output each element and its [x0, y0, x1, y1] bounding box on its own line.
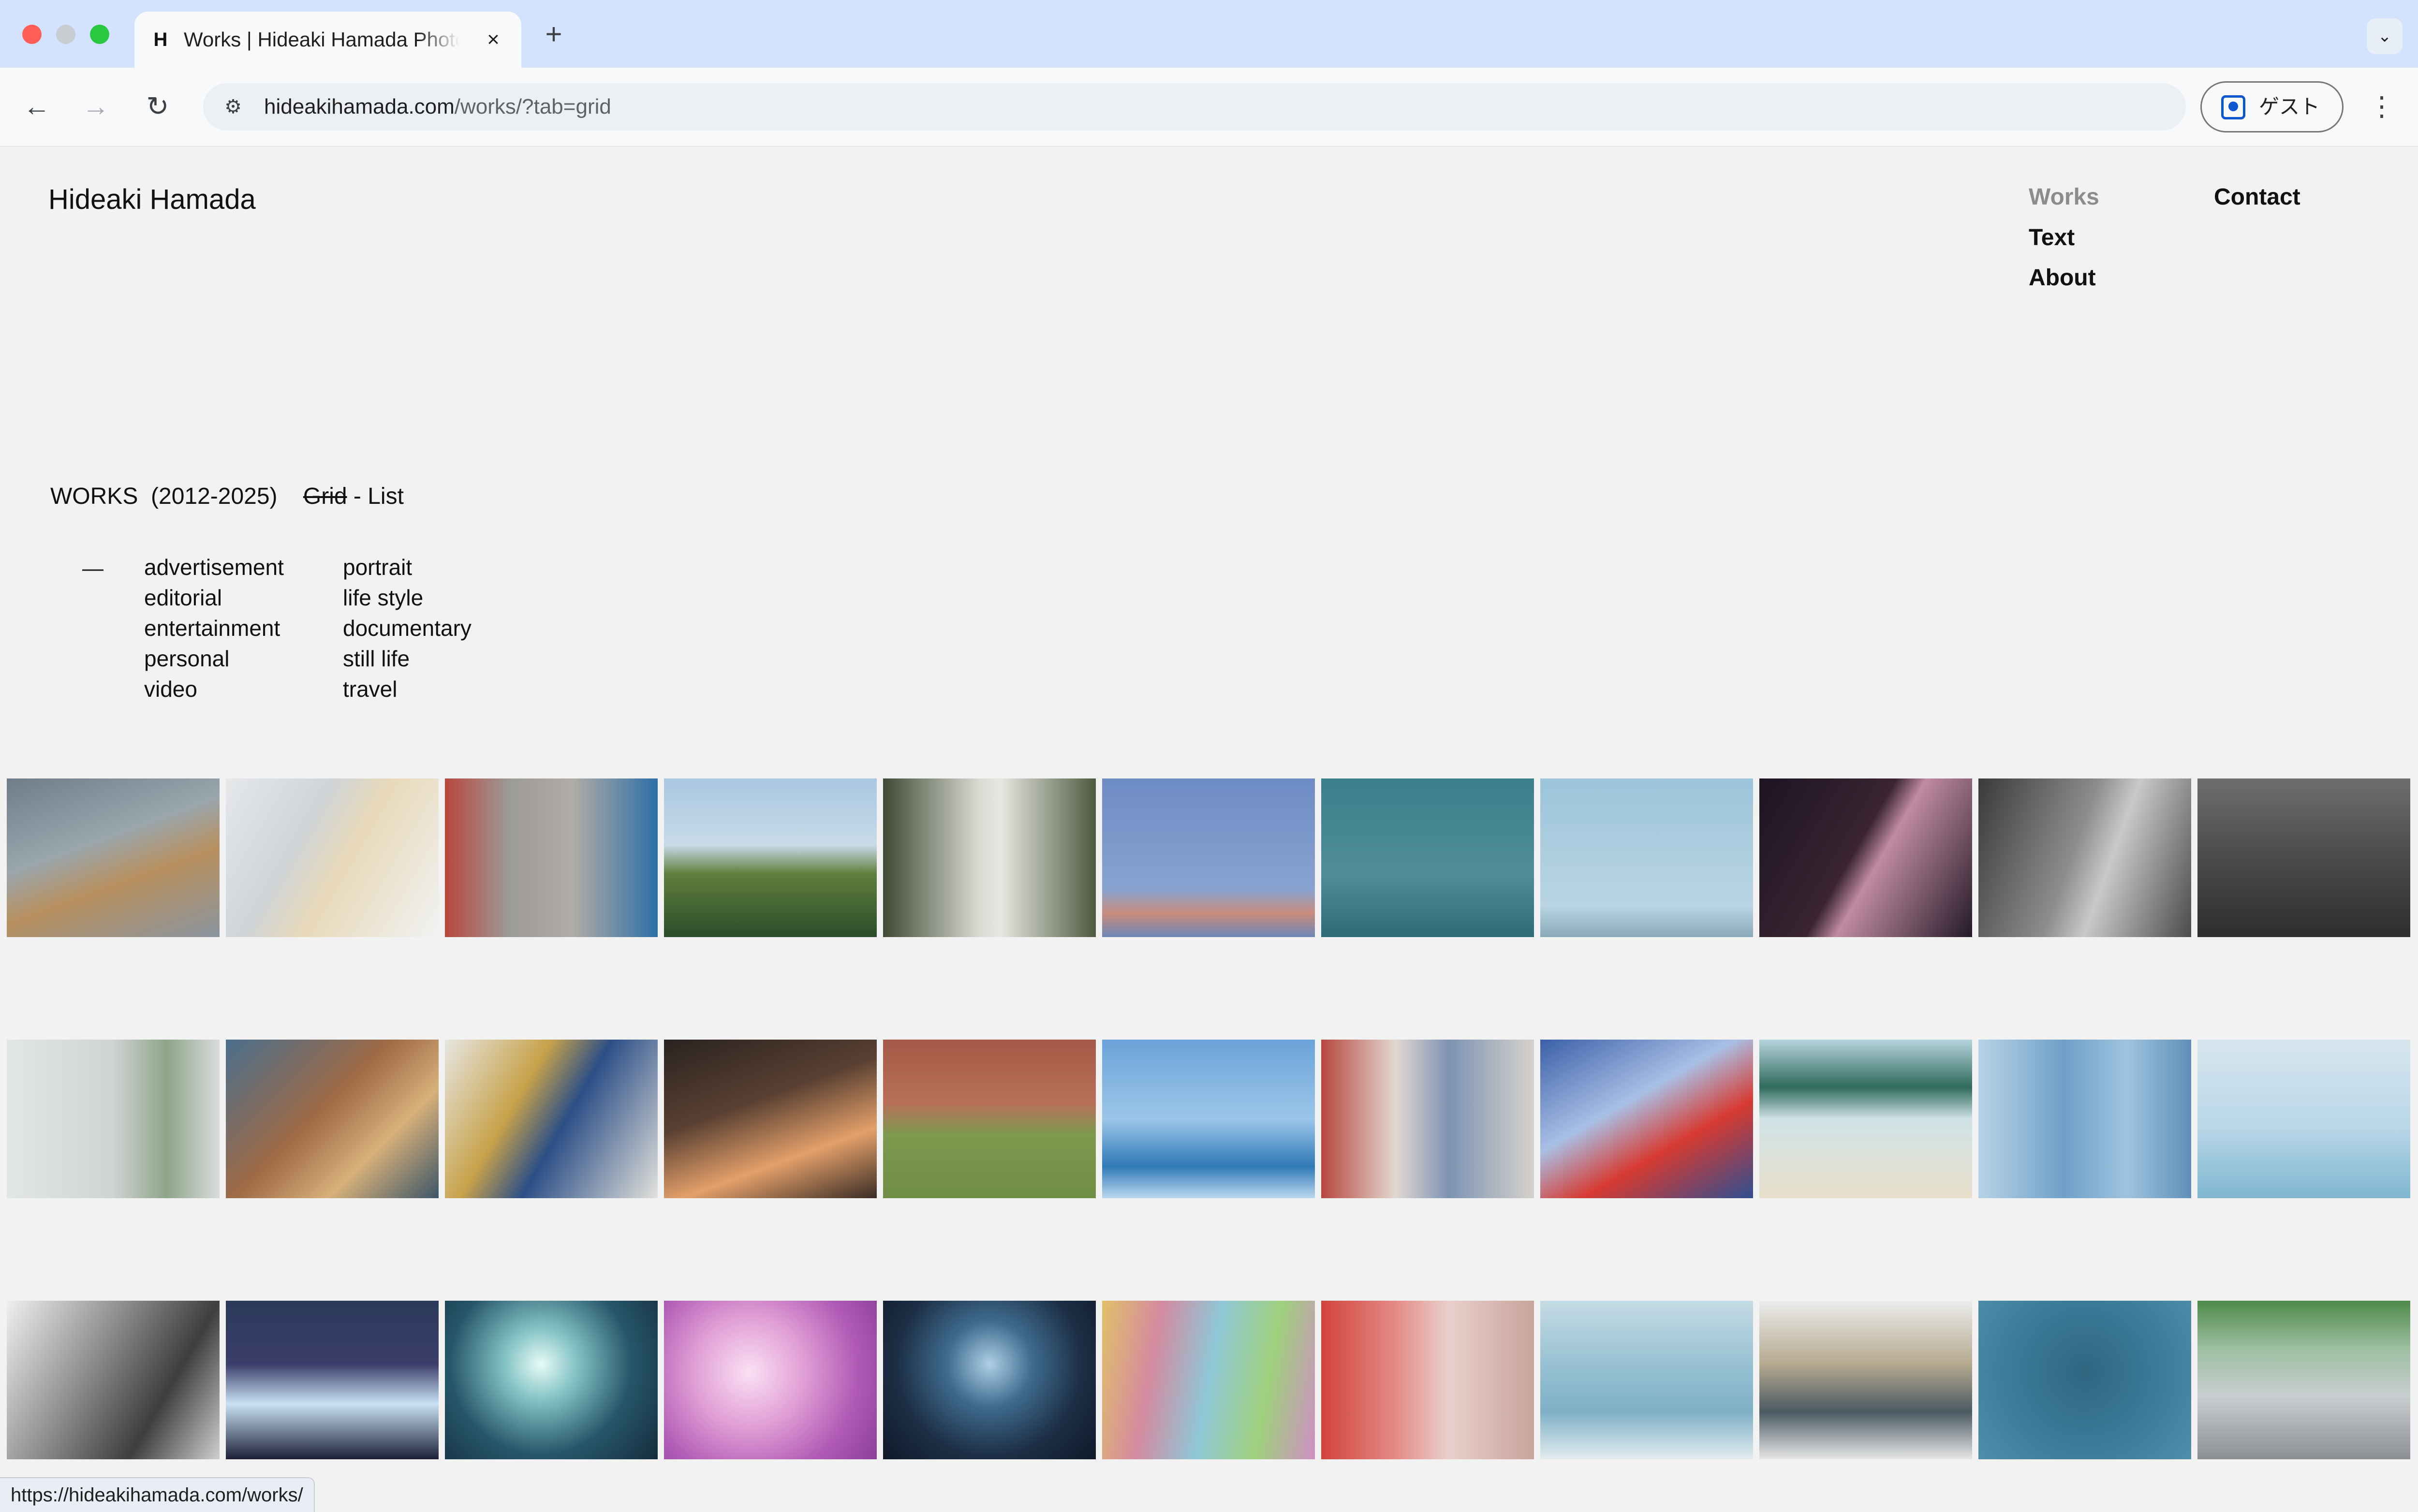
category-advertisement[interactable]: advertisement	[144, 552, 284, 583]
work-thumbnail[interactable]	[883, 1040, 1096, 1198]
works-label: WORKS	[50, 484, 138, 509]
nav-text[interactable]: Text	[2029, 222, 2075, 253]
category-personal[interactable]: personal	[144, 644, 229, 674]
work-thumbnail[interactable]	[1759, 778, 1972, 937]
forward-icon[interactable]: →	[76, 87, 115, 126]
url-path: /works/?tab=grid	[454, 95, 611, 118]
works-heading: WORKS (2012-2025) Grid - List	[50, 481, 404, 512]
work-thumbnail[interactable]	[1540, 778, 1753, 937]
work-thumbnail[interactable]	[1321, 1040, 1534, 1198]
list-view-link[interactable]: List	[368, 484, 404, 509]
work-thumbnail[interactable]	[1978, 778, 2191, 937]
work-thumbnail[interactable]	[2197, 1040, 2410, 1198]
new-tab-icon[interactable]: +	[537, 18, 571, 52]
nav-about[interactable]: About	[2029, 263, 2096, 294]
work-thumbnail[interactable]	[883, 1301, 1096, 1459]
close-window-button[interactable]	[22, 25, 42, 44]
browser-chrome: H Works | Hideaki Hamada Photography × +…	[0, 0, 2418, 147]
work-thumbnail[interactable]	[1540, 1040, 1753, 1198]
category-documentary[interactable]: documentary	[343, 613, 472, 644]
work-thumbnail[interactable]	[1321, 778, 1534, 937]
url-host: hideakihamada.com	[264, 95, 455, 118]
work-thumbnail[interactable]	[1102, 1301, 1315, 1459]
profile-label: ゲスト	[2259, 95, 2320, 118]
maximize-window-button[interactable]	[90, 25, 109, 44]
category-dash: —	[82, 557, 103, 580]
grid-view-link[interactable]: Grid	[303, 484, 347, 509]
work-thumbnail[interactable]	[226, 778, 439, 937]
status-bar-url: https://hideakihamada.com/works/	[0, 1477, 315, 1512]
site-title[interactable]: Hideaki Hamada	[48, 181, 256, 218]
work-thumbnail[interactable]	[1759, 1301, 1972, 1459]
category-travel[interactable]: travel	[343, 674, 397, 705]
category-life-style[interactable]: life style	[343, 583, 423, 613]
address-bar[interactable]: ⚙ hideakihamada.com/works/?tab=grid	[203, 83, 2186, 131]
site-info-icon[interactable]: ⚙	[218, 91, 249, 122]
work-thumbnail[interactable]	[2197, 778, 2410, 937]
work-thumbnail[interactable]	[7, 1040, 220, 1198]
category-editorial[interactable]: editorial	[144, 583, 222, 613]
work-thumbnail[interactable]	[445, 1301, 658, 1459]
back-icon[interactable]: ←	[17, 87, 56, 126]
category-entertainment[interactable]: entertainment	[144, 613, 280, 644]
profile-button[interactable]: ゲスト	[2200, 81, 2344, 132]
work-thumbnail[interactable]	[664, 1301, 877, 1459]
favicon-icon: H	[153, 29, 168, 50]
work-thumbnail[interactable]	[445, 778, 658, 937]
reload-icon[interactable]: ↻	[138, 87, 177, 126]
work-thumbnail[interactable]	[2197, 1301, 2410, 1459]
category-video[interactable]: video	[144, 674, 197, 705]
minimize-window-button[interactable]	[56, 25, 75, 44]
tab-close-icon[interactable]: ×	[479, 25, 508, 54]
work-thumbnail[interactable]	[445, 1040, 658, 1198]
work-thumbnail[interactable]	[1540, 1301, 1753, 1459]
work-thumbnail[interactable]	[883, 778, 1096, 937]
works-years: (2012-2025)	[151, 484, 278, 509]
category-portrait[interactable]: portrait	[343, 552, 412, 583]
view-separator: -	[353, 484, 361, 509]
work-thumbnail[interactable]	[1978, 1040, 2191, 1198]
work-thumbnail[interactable]	[1102, 778, 1315, 937]
menu-icon[interactable]: ⋮	[2365, 87, 2399, 126]
work-thumbnail[interactable]	[7, 1301, 220, 1459]
url-text[interactable]: hideakihamada.com/works/?tab=grid	[264, 83, 611, 131]
tab-strip: H Works | Hideaki Hamada Photography × +…	[0, 0, 2418, 68]
work-thumbnail[interactable]	[1321, 1301, 1534, 1459]
work-thumbnail[interactable]	[664, 778, 877, 937]
work-thumbnail[interactable]	[1978, 1301, 2191, 1459]
work-thumbnail[interactable]	[1102, 1040, 1315, 1198]
tab-title: Works | Hideaki Hamada Photography	[184, 28, 459, 51]
tab-search-icon[interactable]: ⌄	[2367, 18, 2403, 54]
work-thumbnail[interactable]	[226, 1040, 439, 1198]
work-thumbnail[interactable]	[1759, 1040, 1972, 1198]
work-thumbnail[interactable]	[7, 778, 220, 937]
browser-toolbar: ← → ↻ ⚙ hideakihamada.com/works/?tab=gri…	[0, 68, 2418, 147]
work-thumbnail[interactable]	[226, 1301, 439, 1459]
profile-icon	[2221, 95, 2245, 119]
work-thumbnail[interactable]	[664, 1040, 877, 1198]
tab-active[interactable]: H Works | Hideaki Hamada Photography ×	[134, 12, 521, 68]
category-still-life[interactable]: still life	[343, 644, 410, 674]
nav-contact[interactable]: Contact	[2214, 182, 2300, 213]
nav-works[interactable]: Works	[2029, 182, 2099, 213]
